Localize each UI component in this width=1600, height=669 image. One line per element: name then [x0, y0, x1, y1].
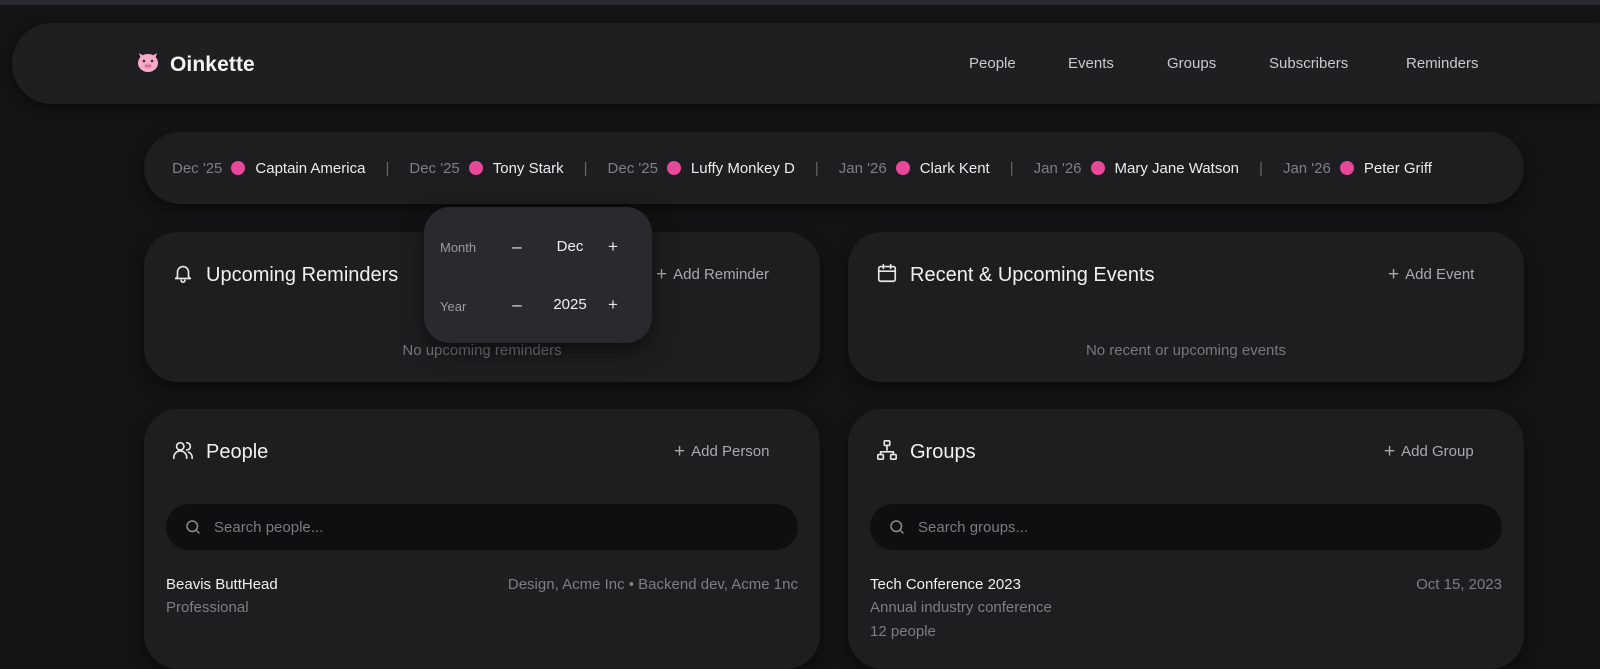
month-increment-button[interactable]: +: [605, 237, 621, 257]
nav-link-subscribers[interactable]: Subscribers: [1269, 55, 1348, 72]
ticker-item[interactable]: Jan '26 Clark Kent: [839, 160, 990, 177]
events-card: Recent & Upcoming Events + Add Event No …: [848, 232, 1524, 382]
ticker-date: Jan '26: [1282, 159, 1331, 177]
card-header: People: [172, 439, 268, 466]
month-decrement-button[interactable]: –: [509, 237, 525, 257]
app-name: Oinkette: [170, 52, 255, 76]
upcoming-ticker: Dec '25 Captain America | Dec '25 Tony S…: [144, 132, 1524, 204]
nav-link-events[interactable]: Events: [1068, 55, 1114, 72]
year-label: Year: [440, 299, 467, 314]
card-title: Groups: [910, 441, 976, 463]
ticker-track: Dec '25 Captain America | Dec '25 Tony S…: [172, 132, 1432, 204]
nav-link-groups[interactable]: Groups: [1167, 55, 1216, 72]
month-label: Month: [440, 240, 477, 255]
card-title: People: [206, 441, 269, 463]
ticker-separator: |: [814, 159, 819, 177]
brand[interactable]: Oinkette: [136, 50, 255, 79]
ticker-name: Luffy Monkey D: [690, 159, 795, 177]
plus-icon: +: [1388, 264, 1400, 285]
pig-face-icon: [136, 50, 160, 79]
ticker-date: Dec '25: [409, 159, 460, 177]
ticker-name: Clark Kent: [919, 159, 990, 177]
status-dot-icon: [666, 161, 681, 175]
bell-icon: [172, 262, 194, 289]
card-header: Groups: [876, 439, 976, 466]
groups-card: Groups + Add Group Tech Conference 2023 …: [848, 409, 1524, 669]
ticker-separator: |: [1259, 159, 1263, 177]
year-value: 2025: [553, 296, 587, 313]
ticker-name: Captain America: [255, 159, 366, 177]
person-name[interactable]: Beavis ButtHead: [166, 576, 278, 593]
search-icon: [888, 518, 906, 536]
nav-link-people[interactable]: People: [969, 55, 1016, 72]
add-event-button[interactable]: + Add Event: [1388, 264, 1475, 285]
people-search-input[interactable]: [214, 518, 754, 536]
nav-link-reminders[interactable]: Reminders: [1406, 55, 1479, 72]
group-member-count: 12 people: [870, 623, 936, 640]
card-header: Recent & Upcoming Events: [876, 262, 1155, 289]
person-category: Professional: [166, 599, 249, 616]
empty-state: No upcoming reminders: [402, 342, 562, 359]
card-title: Upcoming Reminders: [206, 264, 399, 286]
ticker-name: Mary Jane Watson: [1114, 159, 1240, 177]
people-search[interactable]: [166, 504, 798, 550]
add-reminder-label: Add Reminder: [673, 266, 769, 283]
add-group-label: Add Group: [1401, 443, 1474, 460]
empty-state: No recent or upcoming events: [1085, 342, 1287, 359]
group-date: Oct 15, 2023: [1416, 576, 1502, 593]
ticker-date: Jan '26: [1033, 159, 1082, 177]
card-title: Recent & Upcoming Events: [910, 264, 1155, 286]
calendar-icon: [876, 262, 898, 289]
plus-icon: +: [656, 264, 668, 285]
plus-icon: +: [674, 441, 686, 462]
search-icon: [184, 518, 202, 536]
ticker-date: Dec '25: [607, 159, 658, 177]
status-dot-icon: [1339, 161, 1354, 175]
status-dot-icon: [468, 161, 483, 175]
ticker-item[interactable]: Dec '25 Captain America: [172, 160, 365, 177]
ticker-date: Dec '25: [172, 159, 223, 177]
ticker-item[interactable]: Jan '26 Peter Griff: [1283, 160, 1432, 177]
ticker-separator: |: [583, 159, 588, 177]
group-name[interactable]: Tech Conference 2023: [870, 576, 1021, 593]
groups-search-input[interactable]: [918, 518, 1458, 536]
users-icon: [172, 439, 194, 466]
year-increment-button[interactable]: +: [605, 295, 621, 315]
plus-icon: +: [1384, 441, 1396, 462]
add-person-button[interactable]: + Add Person: [674, 441, 770, 462]
ticker-item[interactable]: Dec '25 Tony Stark: [409, 160, 563, 177]
add-group-button[interactable]: + Add Group: [1384, 441, 1474, 462]
groups-search[interactable]: [870, 504, 1502, 550]
ticker-separator: |: [385, 159, 390, 177]
ticker-item[interactable]: Dec '25 Luffy Monkey D: [608, 160, 795, 177]
ticker-item[interactable]: Jan '26 Mary Jane Watson: [1034, 160, 1239, 177]
status-dot-icon: [895, 161, 910, 175]
top-navbar: Oinkette People Events Groups Subscriber…: [12, 23, 1600, 104]
date-picker-popover: Month – Dec + Year – 2025 +: [424, 207, 652, 343]
people-card: People + Add Person Beavis ButtHead Prof…: [144, 409, 820, 669]
status-dot-icon: [231, 161, 246, 175]
month-value: Dec: [556, 238, 584, 255]
person-roles: Design, Acme Inc • Backend dev, Acme 1nc: [507, 576, 798, 593]
card-header: Upcoming Reminders: [172, 262, 398, 289]
add-person-label: Add Person: [691, 443, 770, 460]
ticker-name: Peter Griff: [1363, 159, 1432, 177]
org-chart-icon: [876, 439, 898, 466]
ticker-name: Tony Stark: [492, 159, 564, 177]
year-decrement-button[interactable]: –: [509, 295, 525, 315]
status-dot-icon: [1090, 161, 1105, 175]
add-event-label: Add Event: [1405, 266, 1475, 283]
ticker-date: Jan '26: [838, 159, 887, 177]
window-top-strip: [0, 0, 1600, 5]
add-reminder-button[interactable]: + Add Reminder: [656, 264, 769, 285]
ticker-separator: |: [1009, 159, 1014, 177]
group-description: Annual industry conference: [870, 599, 1052, 616]
